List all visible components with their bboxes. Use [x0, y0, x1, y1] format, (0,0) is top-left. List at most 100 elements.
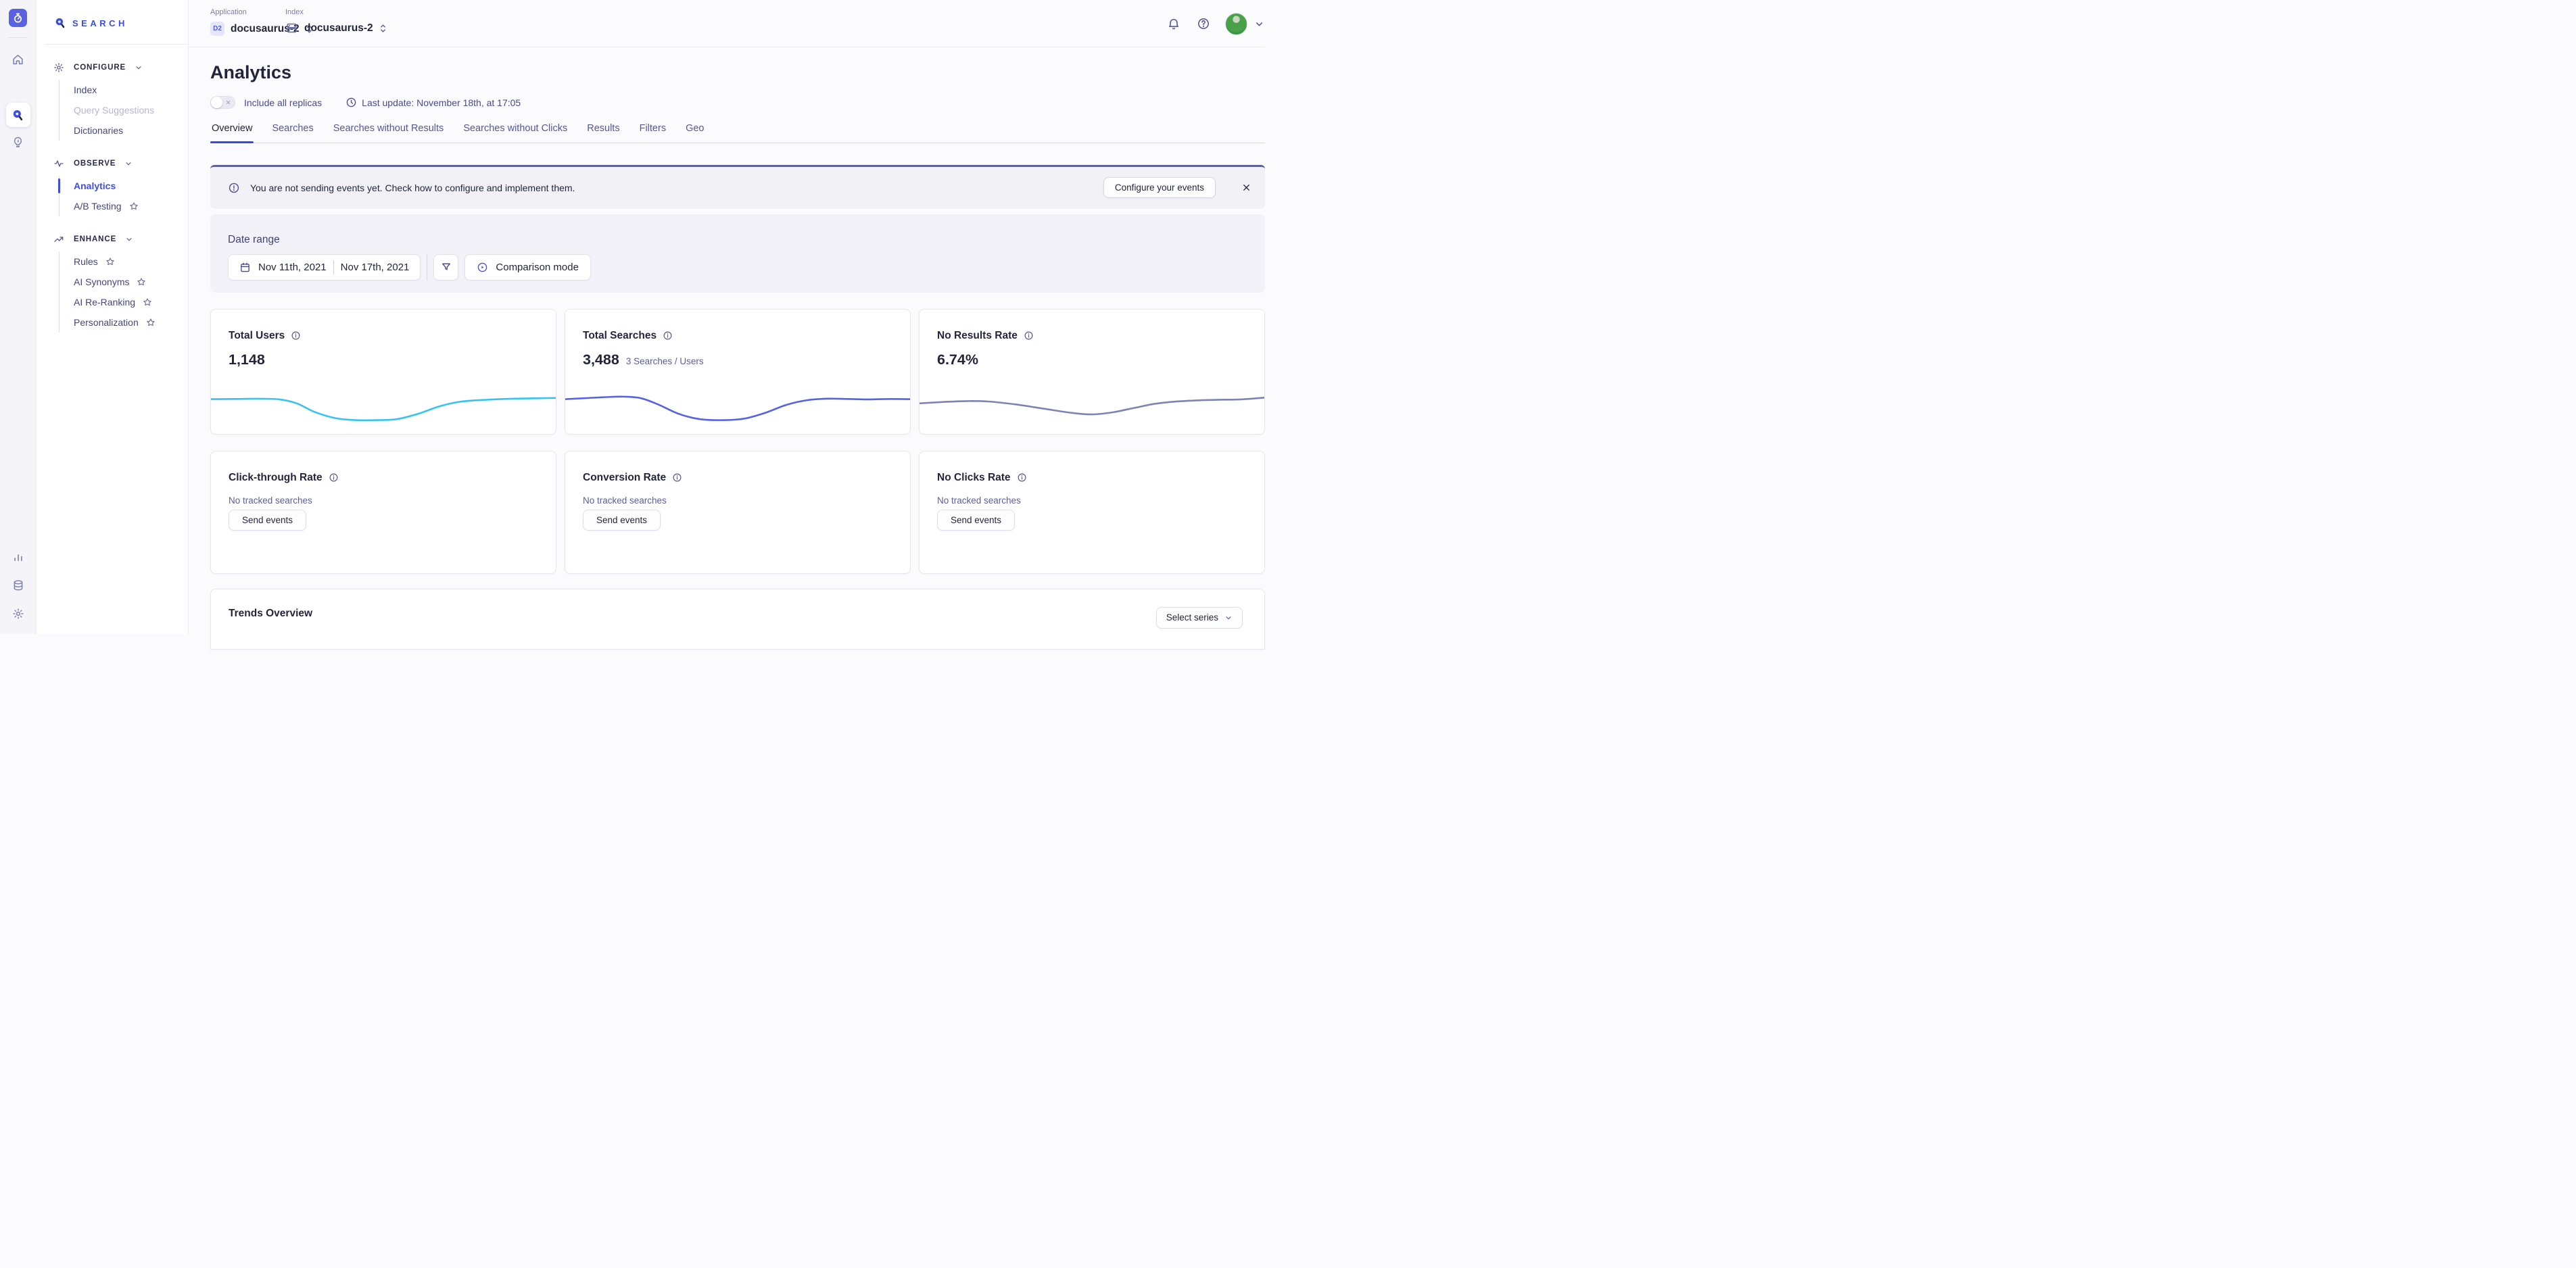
card-title: No Results Rate — [937, 330, 1018, 342]
tab-searches[interactable]: Searches — [270, 123, 314, 143]
user-avatar[interactable] — [1225, 13, 1247, 35]
sidebar-item-analytics[interactable]: Analytics — [59, 176, 188, 196]
metric-value: 6.74% — [937, 351, 978, 368]
card-title: Conversion Rate — [583, 472, 666, 484]
comparison-mode-button[interactable]: Comparison mode — [464, 254, 591, 281]
date-range-button[interactable]: Nov 11th, 2021 Nov 17th, 2021 — [228, 254, 421, 281]
date-range-panel: Date range Nov 11th, 2021 Nov 17th, 2021 — [210, 214, 1265, 293]
help-icon[interactable] — [1197, 17, 1210, 30]
toggle-off-x-icon — [225, 99, 231, 105]
metric-card-no-clicks-rate: No Clicks Rate No tracked searches Send … — [919, 451, 1265, 574]
index-selector[interactable]: docusaurus-2 — [285, 22, 387, 34]
star-icon[interactable] — [137, 277, 146, 287]
select-series-button[interactable]: Select series — [1156, 607, 1243, 629]
info-icon[interactable] — [672, 472, 682, 483]
info-icon[interactable] — [1017, 472, 1027, 483]
chevron-down-icon — [135, 64, 143, 72]
tab-searches-without-results[interactable]: Searches without Results — [332, 123, 446, 143]
bar-chart-icon[interactable] — [6, 545, 30, 569]
send-events-button[interactable]: Send events — [937, 510, 1015, 531]
last-update-text: Last update: November 18th, at 17:05 — [362, 97, 521, 108]
card-title: Total Searches — [583, 330, 657, 342]
metric-card-conversion-rate: Conversion Rate No tracked searches Send… — [565, 451, 911, 574]
recommend-bulb-icon[interactable] — [6, 130, 30, 154]
clock-icon — [345, 97, 357, 108]
search-product-icon[interactable] — [6, 103, 30, 127]
main-area: Application D2 docusaurus-2 Index — [189, 0, 1288, 634]
sparkline-chart — [210, 387, 556, 429]
tab-searches-without-clicks[interactable]: Searches without Clicks — [462, 123, 569, 143]
sidebar-item-ai-synonyms[interactable]: AI Synonyms — [59, 272, 188, 292]
stopwatch-app-icon[interactable] — [9, 9, 27, 27]
sidebar-item-index[interactable]: Index — [59, 80, 188, 100]
filter-button[interactable] — [433, 254, 458, 281]
sidebar-item-ai-re-ranking[interactable]: AI Re-Ranking — [59, 292, 188, 312]
include-replicas-toggle[interactable] — [210, 96, 235, 109]
info-icon[interactable] — [291, 331, 301, 341]
star-icon[interactable] — [143, 297, 152, 307]
chevron-down-icon — [1224, 614, 1233, 622]
tab-bar: Overview Searches Searches without Resul… — [210, 123, 1265, 143]
events-banner: You are not sending events yet. Check ho… — [210, 165, 1265, 209]
chevron-down-icon — [125, 235, 133, 243]
configure-events-button[interactable]: Configure your events — [1103, 177, 1216, 198]
sparkline-chart — [565, 387, 911, 429]
date-separator — [333, 260, 334, 274]
replicas-toggle-label: Include all replicas — [244, 97, 322, 108]
user-menu-chevron-icon[interactable] — [1254, 19, 1264, 29]
sidebar-item-dictionaries[interactable]: Dictionaries — [59, 120, 188, 141]
database-icon[interactable] — [6, 573, 30, 598]
settings-gear-icon[interactable] — [6, 602, 30, 626]
info-icon[interactable] — [329, 472, 339, 483]
close-icon[interactable] — [1241, 182, 1251, 193]
section-label: OBSERVE — [74, 160, 116, 168]
application-badge: D2 — [210, 22, 224, 36]
section-observe[interactable]: OBSERVE — [37, 158, 188, 169]
chevron-down-icon — [124, 160, 133, 168]
trends-title: Trends Overview — [229, 608, 312, 620]
bell-icon[interactable] — [1167, 17, 1180, 30]
metric-sublabel: 3 Searches / Users — [626, 356, 704, 366]
empty-state-text: No tracked searches — [565, 484, 910, 506]
search-logo[interactable]: SEARCH — [37, 0, 188, 29]
calendar-icon — [239, 262, 251, 273]
info-icon[interactable] — [1024, 331, 1034, 341]
star-icon[interactable] — [129, 201, 139, 211]
section-label: ENHANCE — [74, 235, 116, 243]
icon-rail — [0, 0, 37, 634]
star-icon[interactable] — [105, 257, 115, 266]
trends-overview-card: Trends Overview Select series — [210, 589, 1265, 650]
info-icon — [228, 182, 240, 194]
empty-state-text: No tracked searches — [211, 484, 556, 506]
page-title: Analytics — [210, 62, 1265, 83]
product-name: SEARCH — [72, 18, 128, 28]
send-events-button[interactable]: Send events — [229, 510, 306, 531]
metric-card-total-users: Total Users 1,148 — [210, 309, 556, 435]
star-icon[interactable] — [146, 318, 156, 327]
sidebar-item-query-suggestions[interactable]: Query Suggestions — [59, 100, 188, 120]
index-label: Index — [285, 8, 387, 16]
home-icon[interactable] — [6, 47, 30, 72]
tab-filters[interactable]: Filters — [638, 123, 667, 143]
metric-card-click-through-rate: Click-through Rate No tracked searches S… — [210, 451, 556, 574]
card-title: No Clicks Rate — [937, 472, 1011, 484]
tab-overview[interactable]: Overview — [210, 123, 254, 143]
sidebar-item-rules[interactable]: Rules — [59, 251, 188, 272]
section-configure[interactable]: CONFIGURE — [37, 62, 188, 73]
tab-geo[interactable]: Geo — [684, 123, 705, 143]
metric-value: 1,148 — [229, 351, 265, 368]
section-label: CONFIGURE — [74, 64, 126, 72]
gear-icon — [53, 62, 64, 73]
play-circle-icon — [477, 262, 488, 273]
sidebar-item-personalization[interactable]: Personalization — [59, 312, 188, 333]
rail-divider — [9, 37, 28, 38]
metric-card-total-searches: Total Searches 3,488 3 Searches / Users — [565, 309, 911, 435]
card-title: Click-through Rate — [229, 472, 323, 484]
pulse-icon — [53, 158, 64, 169]
tab-results[interactable]: Results — [586, 123, 621, 143]
info-icon[interactable] — [663, 331, 673, 341]
sidebar-item-ab-testing[interactable]: A/B Testing — [59, 196, 188, 216]
send-events-button[interactable]: Send events — [583, 510, 661, 531]
section-enhance[interactable]: ENHANCE — [37, 234, 188, 245]
end-date: Nov 17th, 2021 — [341, 262, 410, 273]
